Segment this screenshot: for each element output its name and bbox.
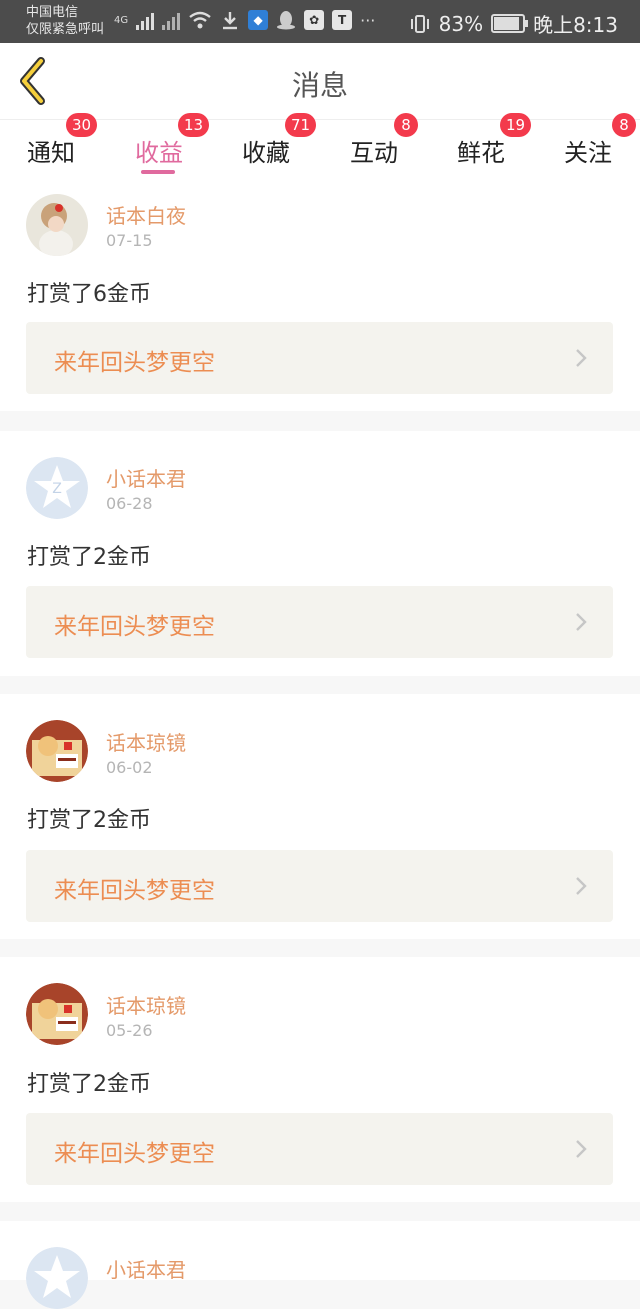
unread-badge: 8	[394, 113, 418, 137]
message-date: 05-26	[106, 1021, 153, 1040]
signal-2-icon	[162, 10, 181, 30]
tab-label: 收藏	[242, 139, 290, 167]
chevron-right-icon	[576, 877, 587, 895]
story-title: 来年回头梦更空	[54, 878, 215, 904]
chevron-right-icon	[576, 349, 587, 367]
tab-earnings[interactable]: 收益 13	[105, 113, 213, 180]
notification-icons: 4G ◆ ✿ T ···	[114, 10, 375, 30]
message-text: 打赏了6金币	[27, 282, 151, 307]
story-link[interactable]: 来年回头梦更空	[26, 850, 613, 922]
unread-badge: 71	[285, 113, 317, 137]
user-avatar[interactable]	[26, 720, 88, 782]
story-title: 来年回头梦更空	[54, 350, 215, 376]
tab-interaction[interactable]: 互动 8	[320, 113, 428, 180]
message-card: 话本琼镜 06-02 打赏了2金币 来年回头梦更空	[0, 694, 640, 939]
page-title: 消息	[291, 69, 348, 102]
username[interactable]: 话本白夜	[106, 200, 186, 229]
chevron-right-icon	[576, 1140, 587, 1158]
story-link[interactable]: 来年回头梦更空	[26, 322, 613, 394]
message-card: 小话本君	[0, 1221, 640, 1309]
username[interactable]: 话本琼镜	[106, 990, 186, 1019]
tab-label: 通知	[27, 139, 75, 167]
message-date: 06-02	[106, 758, 153, 777]
username[interactable]: 话本琼镜	[106, 727, 186, 756]
username[interactable]: 小话本君	[106, 463, 186, 492]
tab-label: 收益	[135, 139, 183, 167]
message-text: 打赏了2金币	[27, 808, 151, 833]
message-card: 话本琼镜 05-26 打赏了2金币 来年回头梦更空	[0, 957, 640, 1202]
shield-app-icon: ◆	[248, 10, 269, 30]
wifi-icon	[189, 11, 211, 29]
more-notifications-icon: ···	[360, 10, 376, 30]
message-text: 打赏了2金币	[27, 1072, 151, 1097]
battery-icon	[491, 14, 529, 33]
user-avatar[interactable]	[26, 983, 88, 1045]
story-title: 来年回头梦更空	[54, 1141, 215, 1167]
unread-badge: 8	[612, 113, 636, 137]
t-app-icon: T	[332, 10, 353, 30]
vibrate-icon	[410, 14, 429, 33]
emergency-only-text: 仅限紧急呼叫	[26, 22, 105, 37]
unread-badge: 30	[66, 113, 98, 137]
paw-app-icon: ✿	[304, 10, 325, 30]
battery-percent: 83%	[438, 11, 484, 36]
unread-badge: 19	[500, 113, 532, 137]
message-card: 话本白夜 07-15 打赏了6金币 来年回头梦更空	[0, 180, 640, 411]
user-avatar[interactable]	[26, 194, 88, 256]
system-status: 83% 晚上8:13	[409, 9, 618, 38]
signal-icon	[136, 10, 155, 30]
story-title: 来年回头梦更空	[54, 614, 215, 640]
message-card: Z 小话本君 06-28 打赏了2金币 来年回头梦更空	[0, 431, 640, 676]
story-link[interactable]: 来年回头梦更空	[26, 586, 613, 658]
message-date: 06-28	[106, 494, 153, 513]
message-tabs: 通知 30 收益 13 收藏 71 互动 8 鲜花 19 关注 8	[0, 113, 640, 180]
tab-following[interactable]: 关注 8	[534, 113, 640, 180]
tab-notice[interactable]: 通知 30	[0, 113, 105, 180]
status-bar: 中国电信 仅限紧急呼叫 4G ◆ ✿ T ··· 83% 晚上8:13	[0, 0, 640, 43]
carrier-info: 中国电信 仅限紧急呼叫	[26, 4, 104, 38]
tab-favorites[interactable]: 收藏 71	[212, 113, 320, 180]
user-avatar[interactable]: Z	[26, 457, 88, 519]
story-link[interactable]: 来年回头梦更空	[26, 1113, 613, 1185]
message-date: 07-15	[106, 231, 153, 250]
clock: 晚上8:13	[533, 13, 618, 37]
network-type: 4G	[114, 14, 129, 26]
tab-label: 互动	[350, 139, 398, 167]
tab-flowers[interactable]: 鲜花 19	[427, 113, 535, 180]
message-text: 打赏了2金币	[27, 545, 151, 570]
download-icon	[223, 12, 238, 30]
app-header: 消息	[0, 43, 640, 120]
user-avatar[interactable]	[26, 1247, 88, 1309]
tab-label: 关注	[564, 139, 612, 167]
active-tab-indicator	[141, 170, 175, 174]
svg-text:Z: Z	[52, 481, 62, 497]
unread-badge: 13	[178, 113, 210, 137]
tab-label: 鲜花	[457, 139, 505, 167]
qq-icon	[277, 11, 296, 30]
chevron-right-icon	[576, 613, 587, 631]
carrier-name: 中国电信	[26, 5, 79, 20]
username[interactable]: 小话本君	[106, 1254, 186, 1283]
